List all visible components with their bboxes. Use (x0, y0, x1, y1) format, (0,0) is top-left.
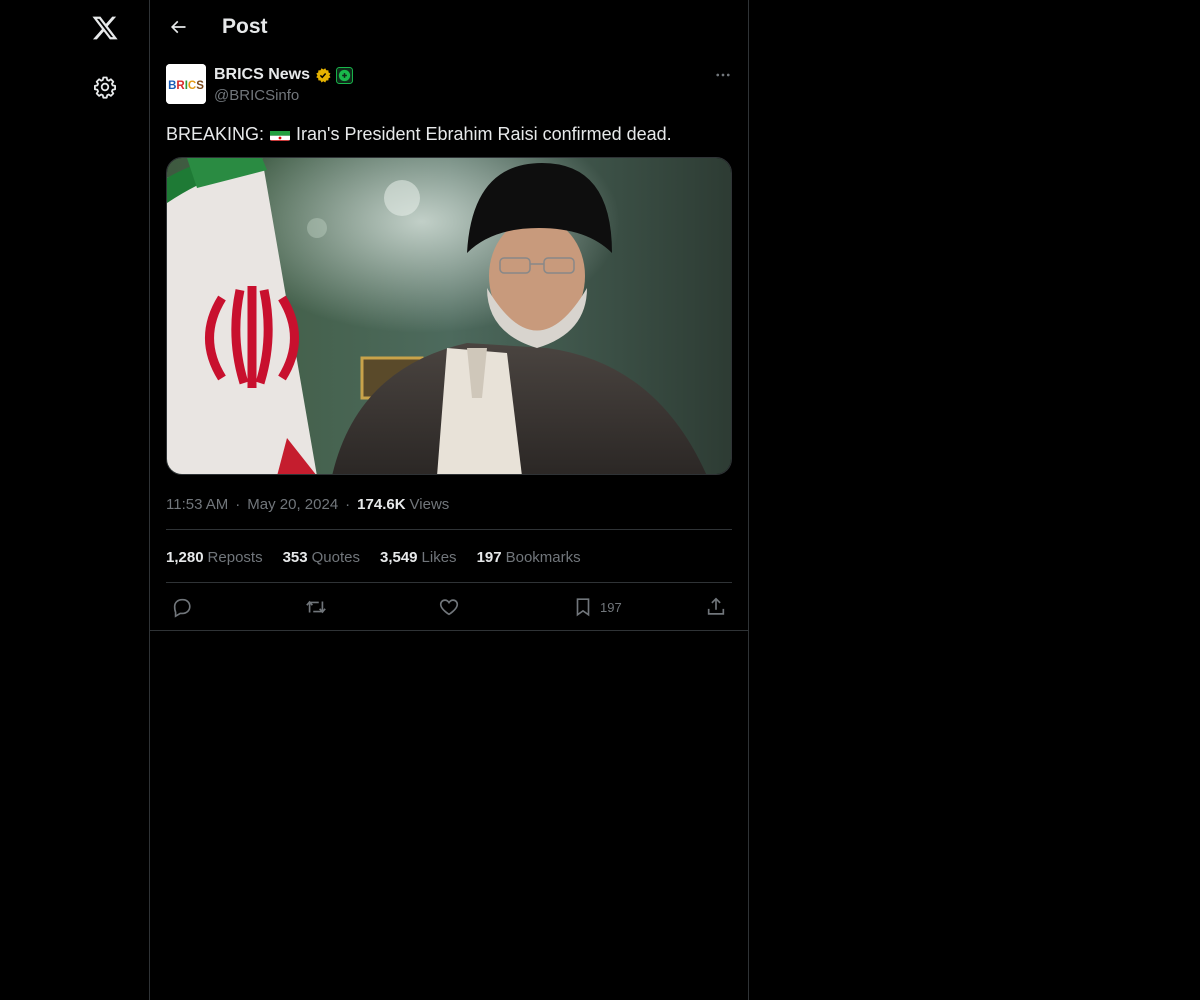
post-text-body: Iran's President Ebrahim Raisi confirmed… (296, 124, 672, 144)
repost-icon (304, 596, 328, 618)
views-count: 174.6K (357, 495, 406, 513)
heart-icon (438, 596, 460, 618)
meta-separator: · (235, 495, 241, 513)
page-title: Post (222, 15, 268, 38)
back-arrow-icon[interactable] (162, 11, 194, 43)
x-logo-icon[interactable] (85, 8, 125, 48)
like-button[interactable] (438, 595, 460, 619)
share-button[interactable] (705, 595, 727, 619)
bookmark-button[interactable]: 197 (572, 595, 622, 619)
verified-badge-icon[interactable] (314, 66, 332, 84)
author-handle[interactable]: @BRICSinfo (214, 87, 299, 104)
settings-gear-icon[interactable] (85, 67, 125, 107)
bookmarks-stat[interactable]: 197 Bookmarks (477, 549, 581, 566)
reply-icon (171, 596, 193, 618)
avatar[interactable]: BRICS (166, 64, 206, 104)
reply-button[interactable] (171, 595, 193, 619)
divider (166, 529, 732, 530)
quotes-stat[interactable]: 353 Quotes (283, 549, 360, 566)
post-time[interactable]: 11:53 AM (166, 496, 228, 513)
post-date[interactable]: May 20, 2024 (247, 496, 338, 513)
views-label: Views (409, 495, 450, 513)
post-bottom-border (150, 630, 748, 631)
bookmark-count: 197 (600, 599, 622, 615)
author-name-row: BRICS News (214, 65, 354, 85)
post-stats: 1,280 Reposts 353 Quotes 3,549 Likes 197 Boo… (166, 547, 601, 567)
affiliation-badge-icon[interactable] (336, 66, 354, 84)
svg-text:BRICS: BRICS (168, 80, 204, 92)
post-header: Post (150, 0, 748, 54)
left-navigation (0, 0, 149, 1000)
post-text-prefix: BREAKING: (166, 124, 265, 144)
post-image[interactable] (166, 157, 732, 475)
reposts-stat[interactable]: 1,280 Reposts (166, 549, 263, 566)
divider (166, 582, 732, 583)
post-text: BREAKING: Iran's President Ebrahim Raisi… (166, 122, 732, 146)
likes-stat[interactable]: 3,549 Likes (380, 549, 457, 566)
repost-button[interactable] (304, 595, 328, 619)
meta-separator: · (345, 495, 351, 513)
share-icon (705, 596, 727, 618)
post-column: Post BRICS BRICS News @BRICSinfo BREAKIN… (149, 0, 749, 1000)
post-actions: 197 (166, 590, 732, 624)
more-options-icon[interactable] (708, 62, 738, 88)
post-meta: 11:53 AM · May 20, 2024 · 174.6K Views (166, 494, 449, 514)
iran-flag-icon (270, 127, 291, 141)
author-name[interactable]: BRICS News (214, 66, 310, 84)
bookmark-icon (572, 596, 594, 618)
